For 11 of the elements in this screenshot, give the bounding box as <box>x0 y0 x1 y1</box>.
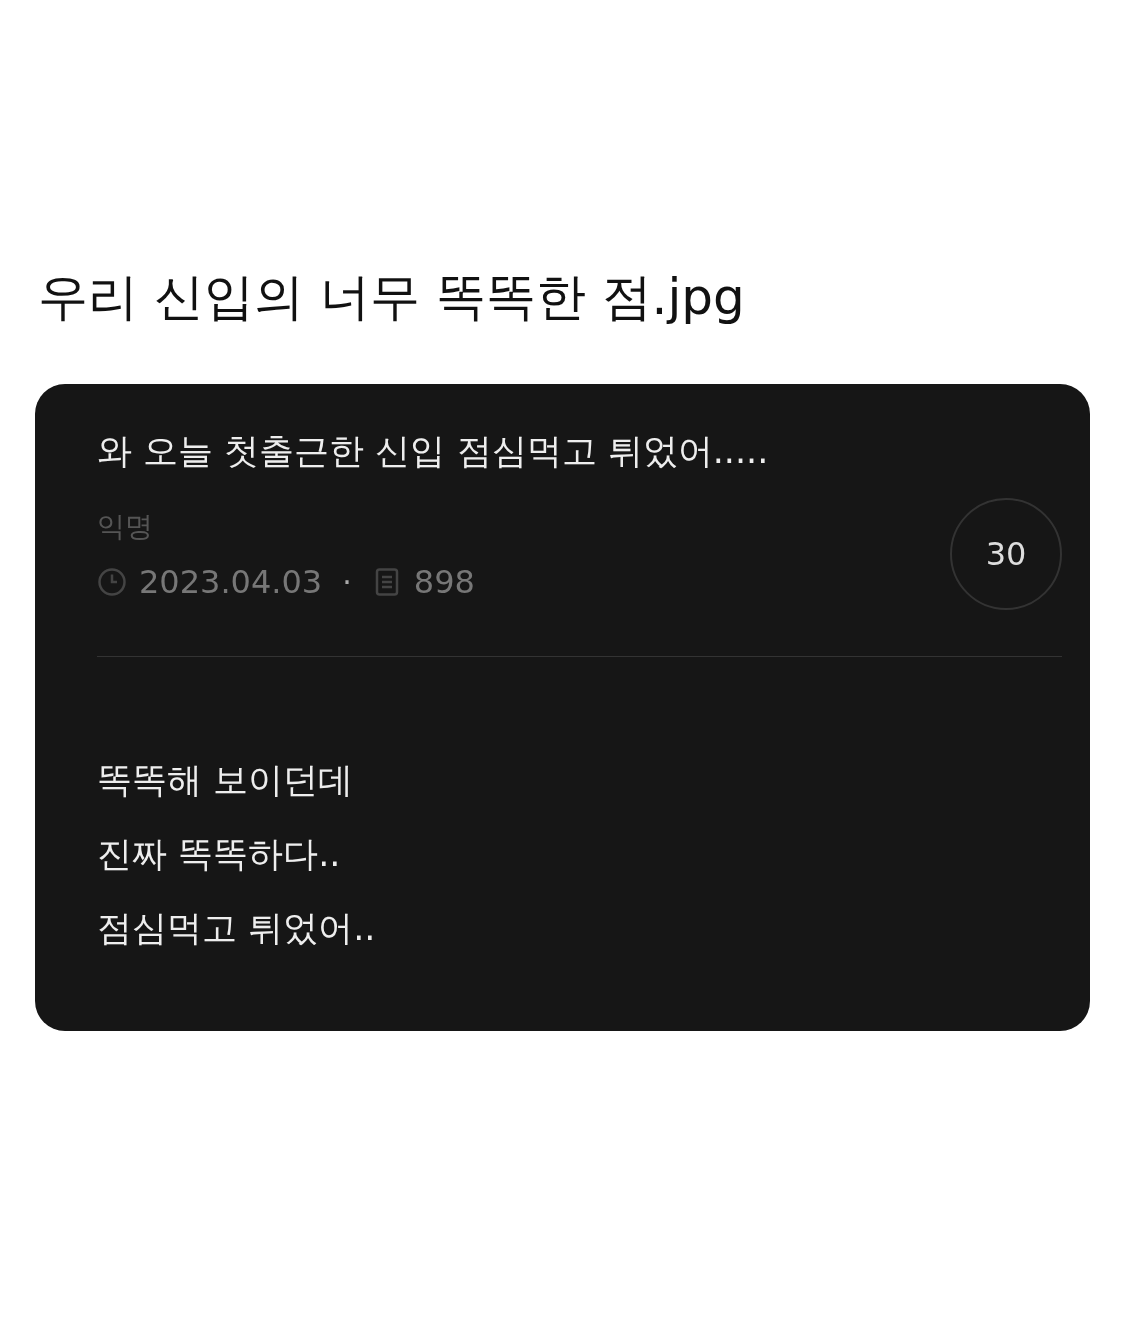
headline: 우리 신입의 너무 똑똑한 점.jpg <box>38 267 746 328</box>
separator-dot: · <box>342 564 352 600</box>
post-date: 2023.04.03 <box>139 563 323 601</box>
comment-count: 30 <box>950 498 1062 610</box>
clock-icon <box>97 567 127 597</box>
post-body-line: 진짜 똑똑하다.. <box>97 833 342 876</box>
post-title: 와 오늘 첫출근한 신입 점심먹고 튀었어..... <box>97 430 770 473</box>
post-body-line: 점심먹고 튀었어.. <box>97 907 377 950</box>
post-body-line: 똑똑해 보이던데 <box>97 759 355 802</box>
author-name: 익명 <box>97 509 154 545</box>
view-count: 898 <box>413 563 475 601</box>
